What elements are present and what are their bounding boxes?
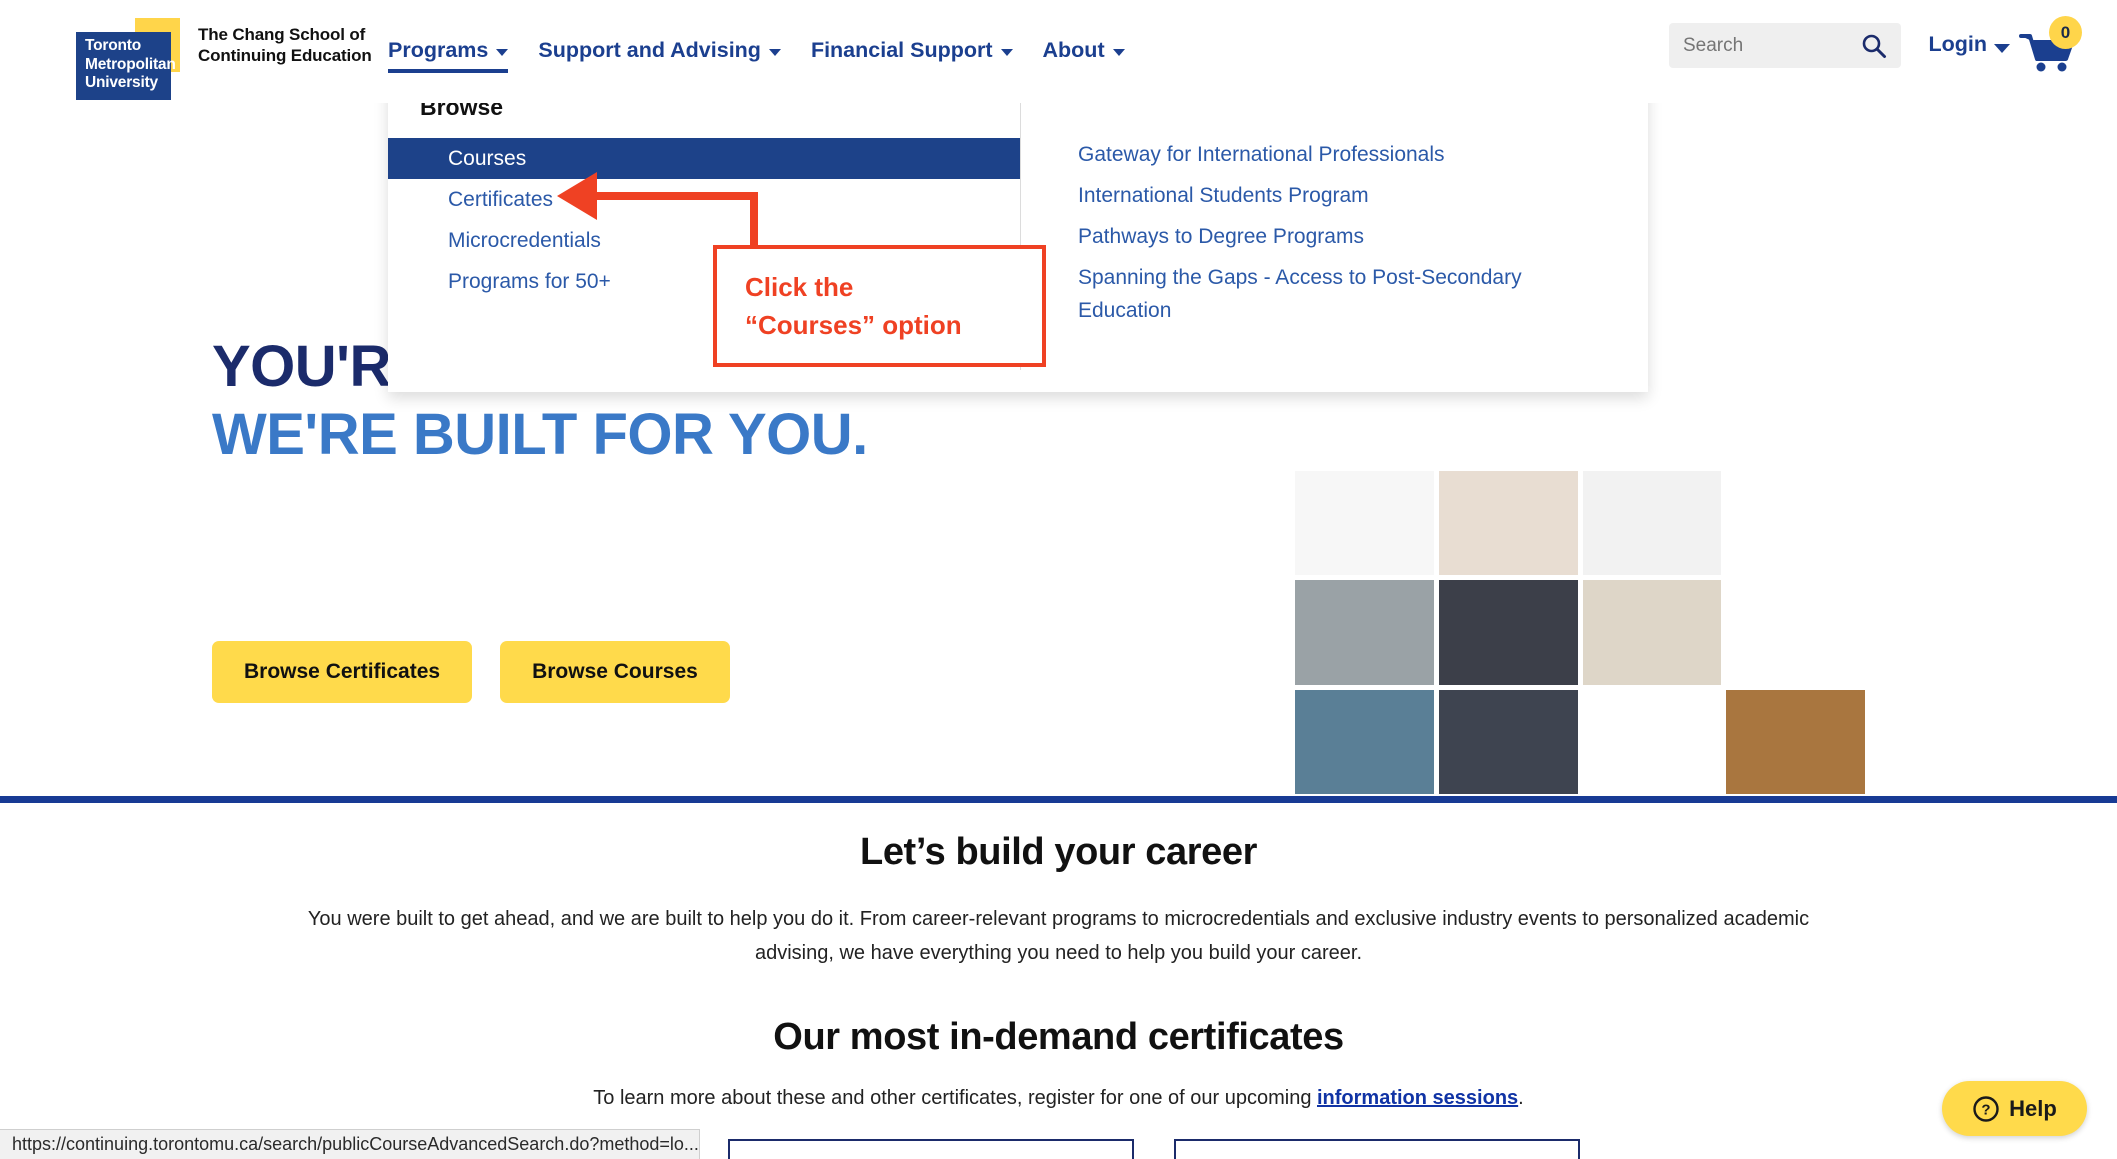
hero-headline-line2: WE'RE BUILT FOR YOU. [212,402,868,467]
question-mark-circle-icon: ? [1973,1095,1999,1122]
chevron-down-icon[interactable] [1994,44,2010,53]
collage-tile [1295,689,1434,794]
search-icon[interactable] [1861,33,1887,64]
collage-tile [1582,689,1722,794]
dropdown-link-gateway[interactable]: Gateway for International Professionals [1078,138,1618,171]
certificates-section-title: Our most in-demand certificates [773,1016,1344,1058]
dropdown-item-label: Programs for 50+ [448,269,611,293]
page-root: Toronto Metropolitan University The Chan… [0,0,2117,1159]
browse-certificates-button[interactable]: Browse Certificates [212,641,473,703]
nav-item-programs[interactable]: Programs [388,38,509,73]
nav-item-support-and-advising[interactable]: Support and Advising [538,38,781,73]
nav-label-support: Support and Advising [538,38,761,62]
browser-status-bar: https://continuing.torontomu.ca/search/p… [0,1129,700,1159]
annotation-callout-box: Click the “Courses” option [713,245,1046,367]
annotation-text: Click the “Courses” option [745,272,962,340]
collage-tile [1726,471,1865,576]
nav-label-financial: Financial Support [810,38,993,62]
collage-tile [1438,580,1578,685]
collage-tile [1582,471,1722,576]
career-section-title: Let’s build your career [860,831,1257,873]
collage-tile [1438,689,1578,794]
site-header: Toronto Metropolitan University The Chan… [0,0,2117,103]
chang-school-name: The Chang School of Continuing Education [198,25,372,65]
collage-tile [1582,580,1722,685]
certificates-section-paragraph: To learn more about these and other cert… [274,1081,1844,1115]
chevron-down-icon [1112,48,1125,56]
section-divider [0,796,2117,803]
dropdown-link-spanning-the-gaps[interactable]: Spanning the Gaps - Access to Post-Secon… [1078,261,1618,327]
chevron-down-icon [496,48,509,56]
annotation-connector-horizontal [592,192,758,200]
svg-text:?: ? [1982,1101,1991,1118]
browse-courses-button[interactable]: Browse Courses [500,641,730,703]
nav-item-financial-support[interactable]: Financial Support [811,38,1013,73]
dropdown-link-international-students[interactable]: International Students Program [1078,179,1618,212]
information-sessions-link[interactable]: information sessions [1317,1087,1518,1109]
logo-university-name: Toronto Metropolitan University [85,37,176,91]
certificate-card[interactable] [727,1139,1134,1159]
certificate-card[interactable] [1173,1139,1580,1159]
search-input[interactable] [1669,34,1839,57]
collage-tile [1295,471,1434,576]
dropdown-link-pathways[interactable]: Pathways to Degree Programs [1078,220,1618,253]
hero-button-group: Browse Certificates Browse Courses [212,641,730,703]
dropdown-right-column: Gateway for International Professionals … [1078,138,1618,335]
main-nav: Programs Support and Advising Financial … [388,38,1125,78]
login-button[interactable]: Login [1928,32,1987,57]
dropdown-item-label: Courses [448,146,527,170]
collage-tile [1726,580,1865,685]
help-widget-button[interactable]: ? Help [1942,1081,2087,1136]
collage-tile [1726,689,1865,794]
search-box[interactable] [1669,23,1901,68]
help-widget-label: Help [2009,1095,2057,1121]
dropdown-item-label: Certificates [448,187,554,211]
certificates-paragraph-after: . [1518,1087,1524,1109]
cart-count-badge: 0 [2049,16,2082,49]
nav-label-programs: Programs [388,38,489,62]
certificates-paragraph-before: To learn more about these and other cert… [593,1087,1317,1109]
status-bar-url: https://continuing.torontomu.ca/search/p… [12,1134,699,1154]
annotation-arrow-icon [557,172,597,220]
chevron-down-icon [1000,48,1013,56]
nav-label-about: About [1042,38,1105,62]
annotation-connector-vertical [750,200,758,248]
chevron-down-icon [768,48,781,56]
dropdown-item-label: Microcredentials [448,228,601,252]
lower-content: Let’s build your career You were built t… [0,803,2117,1159]
career-section-paragraph: You were built to get ahead, and we are … [307,908,1810,964]
collage-tile [1438,471,1578,576]
dropdown-item-courses[interactable]: Courses [388,138,1020,179]
nav-item-about[interactable]: About [1043,38,1125,73]
collage-tile [1295,580,1434,685]
